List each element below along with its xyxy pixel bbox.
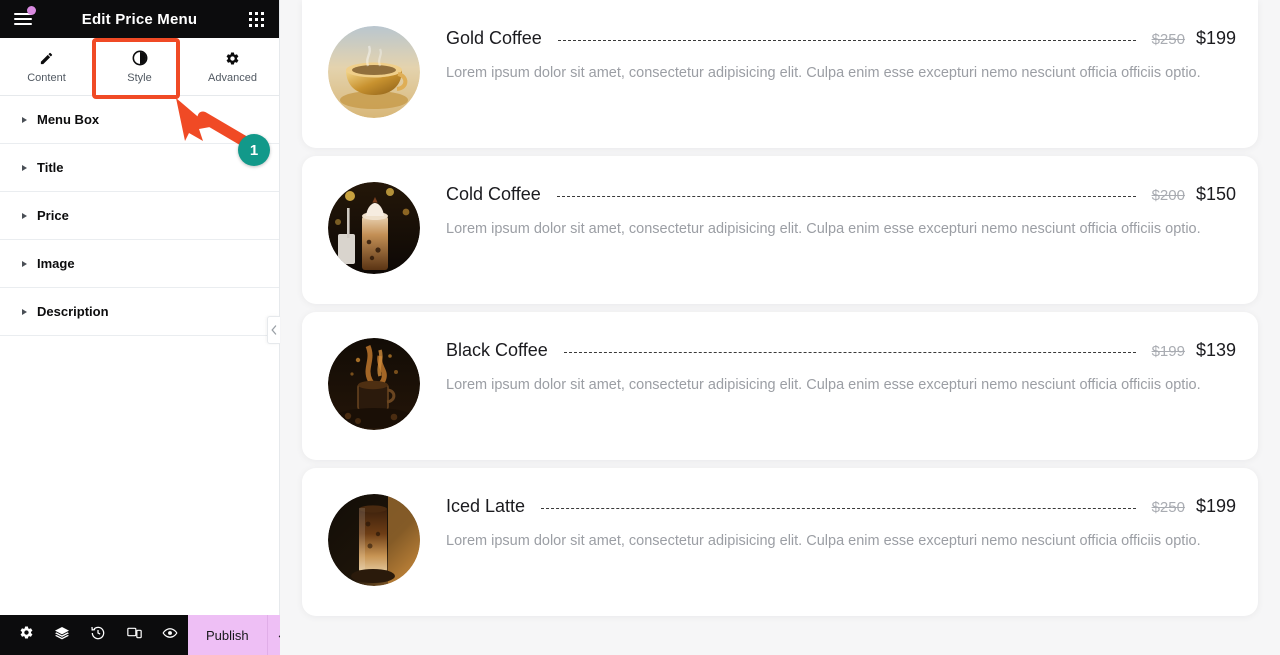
iced-whipped-coffee-icon — [328, 182, 420, 274]
panel-header: Edit Price Menu — [0, 0, 279, 38]
menu-item-old-price: $250 — [1151, 499, 1185, 516]
history-button[interactable] — [80, 615, 116, 655]
menu-item-card[interactable]: Gold Coffee $250 $199 Lorem ipsum dolor … — [302, 0, 1258, 148]
menu-item-header: Black Coffee $199 $139 — [446, 340, 1236, 361]
preview-canvas: Gold Coffee $250 $199 Lorem ipsum dolor … — [280, 0, 1280, 655]
black-coffee-splash-icon — [328, 338, 420, 430]
menu-item-description: Lorem ipsum dolor sit amet, consectetur … — [446, 221, 1201, 237]
dashed-separator — [556, 196, 1136, 197]
responsive-mode-button[interactable] — [116, 615, 152, 655]
notification-dot-icon — [27, 6, 36, 15]
apps-grid-button[interactable] — [233, 0, 279, 38]
gear-icon — [225, 50, 240, 67]
menu-item-body: Black Coffee $199 $139 Lorem ipsum dolor… — [420, 328, 1236, 397]
menu-item-card[interactable]: Iced Latte $250 $199 Lorem ipsum dolor s… — [302, 468, 1258, 616]
pencil-icon — [39, 50, 54, 67]
editor-panel: Edit Price Menu Content Style Advanced M… — [0, 0, 301, 655]
sidebar-item-image[interactable]: Image — [0, 240, 279, 288]
layers-icon — [54, 625, 70, 646]
menu-item-image — [328, 26, 420, 118]
tab-style[interactable]: Style — [93, 38, 186, 95]
tab-content[interactable]: Content — [0, 38, 93, 95]
sidebar-item-label: Price — [37, 208, 69, 223]
sidebar-item-label: Menu Box — [37, 112, 100, 127]
tab-advanced-label: Advanced — [208, 71, 257, 84]
preview-button[interactable] — [152, 615, 188, 655]
menu-item-old-price: $199 — [1151, 343, 1185, 360]
hamburger-menu-button[interactable] — [0, 0, 46, 38]
menu-item-price: $150 — [1195, 184, 1236, 204]
menu-item-old-price: $200 — [1151, 187, 1185, 204]
tab-style-label: Style — [127, 71, 152, 84]
chevron-right-icon — [22, 212, 27, 219]
tab-advanced[interactable]: Advanced — [186, 38, 279, 95]
menu-item-prices: $200 $150 — [1152, 184, 1236, 205]
responsive-icon — [126, 625, 143, 646]
sidebar-item-description[interactable]: Description — [0, 288, 279, 336]
chevron-left-icon — [271, 325, 277, 335]
sidebar-item-menu-box[interactable]: Menu Box — [0, 96, 279, 144]
history-icon — [90, 625, 106, 646]
panel-tabs: Content Style Advanced — [0, 38, 279, 99]
menu-item-body: Gold Coffee $250 $199 Lorem ipsum dolor … — [420, 16, 1236, 85]
menu-item-card[interactable]: Black Coffee $199 $139 Lorem ipsum dolor… — [302, 312, 1258, 460]
settings-button[interactable] — [8, 615, 44, 655]
menu-item-description: Lorem ipsum dolor sit amet, consectetur … — [446, 377, 1201, 393]
footer-tools — [0, 615, 188, 655]
chevron-right-icon — [22, 308, 27, 315]
page-title: Edit Price Menu — [81, 10, 198, 28]
style-sections-list: Menu Box Title Price Image Description — [0, 96, 279, 615]
menu-item-title: Iced Latte — [446, 496, 526, 516]
elementor-editor: Edit Price Menu Content Style Advanced M… — [0, 0, 1280, 655]
menu-item-body: Iced Latte $250 $199 Lorem ipsum dolor s… — [420, 484, 1236, 553]
dashed-separator — [557, 40, 1136, 41]
menu-item-old-price: $250 — [1151, 31, 1185, 48]
menu-item-price: $139 — [1195, 340, 1236, 360]
gold-coffee-cup-icon — [328, 26, 420, 118]
dashed-separator — [563, 352, 1136, 353]
panel-collapse-handle[interactable] — [267, 316, 280, 344]
menu-item-prices: $250 $199 — [1152, 28, 1236, 49]
menu-item-description: Lorem ipsum dolor sit amet, consectetur … — [446, 65, 1201, 81]
annotation-step-badge: 1 — [238, 134, 270, 166]
chevron-right-icon — [22, 260, 27, 267]
menu-item-image — [328, 338, 420, 430]
dashed-separator — [541, 508, 1136, 509]
menu-item-price: $199 — [1195, 496, 1236, 516]
menu-item-header: Iced Latte $250 $199 — [446, 496, 1236, 517]
chevron-right-icon — [22, 164, 27, 171]
menu-item-card[interactable]: Cold Coffee $200 $150 Lorem ipsum dolor … — [302, 156, 1258, 304]
publish-button-label: Publish — [206, 627, 249, 643]
menu-item-price: $199 — [1195, 28, 1236, 48]
apps-grid-icon — [248, 11, 264, 27]
menu-item-image — [328, 494, 420, 586]
menu-item-image — [328, 182, 420, 274]
tab-content-label: Content — [27, 71, 66, 84]
menu-item-title: Cold Coffee — [446, 184, 541, 204]
sidebar-item-label: Description — [37, 304, 109, 319]
price-menu-widget: Gold Coffee $250 $199 Lorem ipsum dolor … — [280, 0, 1280, 616]
panel-footer: Publish — [0, 615, 301, 655]
preview-icon — [161, 625, 179, 646]
menu-item-prices: $199 $139 — [1152, 340, 1236, 361]
navigator-button[interactable] — [44, 615, 80, 655]
settings-icon — [19, 625, 34, 645]
sidebar-item-price[interactable]: Price — [0, 192, 279, 240]
menu-item-header: Gold Coffee $250 $199 — [446, 28, 1236, 49]
menu-item-body: Cold Coffee $200 $150 Lorem ipsum dolor … — [420, 172, 1236, 241]
chevron-right-icon — [22, 116, 27, 123]
sidebar-item-label: Title — [37, 160, 64, 175]
iced-latte-glass-icon — [328, 494, 420, 586]
menu-item-header: Cold Coffee $200 $150 — [446, 184, 1236, 205]
sidebar-item-label: Image — [37, 256, 75, 271]
menu-item-description: Lorem ipsum dolor sit amet, consectetur … — [446, 533, 1201, 549]
menu-item-title: Black Coffee — [446, 340, 548, 360]
menu-item-title: Gold Coffee — [446, 28, 542, 48]
menu-item-prices: $250 $199 — [1152, 496, 1236, 517]
contrast-icon — [132, 50, 148, 67]
